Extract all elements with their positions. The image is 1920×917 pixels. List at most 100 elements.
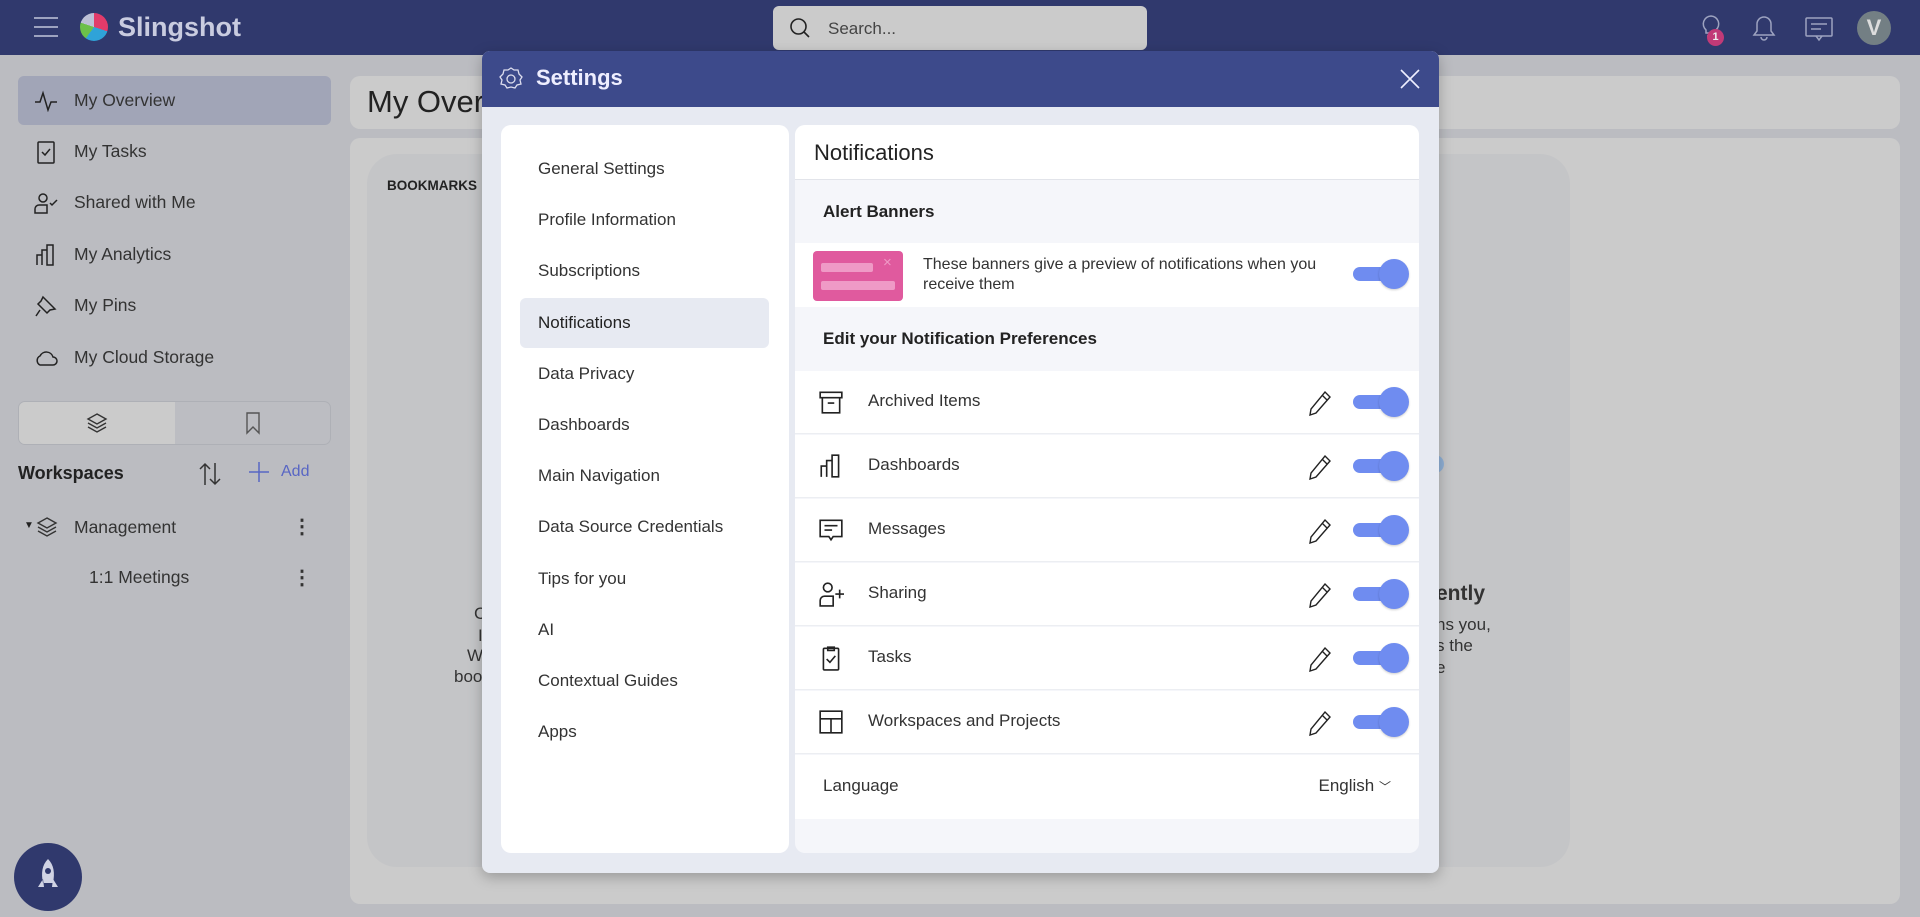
- pencil-icon[interactable]: [1308, 646, 1332, 672]
- bar-chart-icon: [36, 243, 54, 266]
- settings-nav-ai[interactable]: AI: [520, 605, 769, 655]
- add-workspace-button[interactable]: Add: [281, 463, 309, 481]
- background-text: W: [467, 646, 484, 665]
- alert-banner-toggle[interactable]: [1353, 259, 1409, 289]
- brand-name: Slingshot: [118, 12, 241, 42]
- pencil-icon[interactable]: [1308, 582, 1332, 608]
- pref-toggle[interactable]: [1353, 451, 1409, 481]
- pref-toggle[interactable]: [1353, 707, 1409, 737]
- sidebar-view-toggle: [18, 401, 331, 445]
- notifications-panel: Notifications Alert Banners × These bann…: [795, 125, 1419, 853]
- banner-preview-image: ×: [813, 251, 903, 301]
- workspaces-tab[interactable]: [19, 402, 175, 444]
- bell-icon[interactable]: [1751, 14, 1777, 42]
- sidebar-item-label: My Tasks: [74, 141, 147, 161]
- alert-banner-description: These banners give a preview of notifica…: [923, 256, 1317, 293]
- workspace-1-1-meetings[interactable]: 1:1 Meetings: [89, 567, 189, 588]
- pref-row-messages: Messages: [795, 499, 1419, 562]
- pref-toggle[interactable]: [1353, 643, 1409, 673]
- sidebar-item-label: My Pins: [74, 295, 137, 315]
- settings-nav-dashboards[interactable]: Dashboards: [520, 400, 769, 450]
- sidebar-item-label: My Analytics: [74, 244, 172, 264]
- pref-label: Messages: [868, 519, 946, 538]
- clipboard-check-icon: [37, 140, 55, 164]
- language-select[interactable]: English ﹀: [1318, 776, 1391, 796]
- settings-nav-subscriptions[interactable]: Subscriptions: [520, 246, 769, 296]
- search-placeholder: Search...: [828, 19, 897, 38]
- settings-nav-apps[interactable]: Apps: [520, 707, 769, 757]
- language-label: Language: [823, 776, 899, 795]
- messages-icon[interactable]: [1805, 16, 1833, 42]
- dialog-title: Settings: [536, 65, 623, 90]
- pref-label: Workspaces and Projects: [868, 711, 1061, 730]
- sidebar-item-my-analytics[interactable]: My Analytics: [18, 230, 331, 279]
- pencil-icon[interactable]: [1308, 710, 1332, 736]
- pref-label: Sharing: [868, 583, 927, 602]
- activity-icon: [35, 89, 57, 112]
- pref-row-dashboards: Dashboards: [795, 435, 1419, 498]
- alert-banner-row: × These banners give a preview of notifi…: [795, 243, 1419, 307]
- sidebar-item-my-tasks[interactable]: My Tasks: [18, 127, 331, 176]
- prefs-heading: Edit your Notification Preferences: [823, 329, 1097, 348]
- settings-nav-tips-for-you[interactable]: Tips for you: [520, 554, 769, 604]
- slingshot-logo: [80, 13, 108, 41]
- launcher-button[interactable]: [14, 843, 82, 911]
- search-icon: [790, 18, 810, 38]
- sort-icon[interactable]: [198, 461, 222, 487]
- pref-label: Dashboards: [868, 455, 960, 474]
- pin-icon: [35, 295, 57, 316]
- background-text: ns you,: [1436, 615, 1491, 634]
- close-icon[interactable]: [1400, 69, 1420, 89]
- workspace-management[interactable]: Management: [74, 517, 176, 538]
- pencil-icon[interactable]: [1308, 390, 1332, 416]
- caret-down-icon[interactable]: ▼: [24, 520, 34, 531]
- settings-nav-notifications[interactable]: Notifications: [520, 297, 769, 348]
- bookmark-icon: [246, 412, 260, 435]
- pref-row-tasks: Tasks: [795, 627, 1419, 690]
- pref-toggle[interactable]: [1353, 579, 1409, 609]
- more-options-icon[interactable]: ⋮: [292, 514, 312, 539]
- more-options-icon[interactable]: ⋮: [292, 565, 312, 590]
- pref-toggle[interactable]: [1353, 515, 1409, 545]
- dialog-header: Settings: [482, 51, 1439, 107]
- background-text: boo: [454, 667, 483, 686]
- sidebar-item-label: Shared with Me: [74, 192, 196, 212]
- sidebar-item-my-cloud-storage[interactable]: My Cloud Storage: [18, 333, 331, 382]
- pref-toggle[interactable]: [1353, 387, 1409, 417]
- workspaces-heading: Workspaces: [18, 463, 124, 483]
- language-row: Language English ﹀: [795, 755, 1419, 819]
- menu-icon[interactable]: [34, 17, 58, 37]
- pref-label: Tasks: [868, 647, 912, 666]
- search-input[interactable]: Search...: [773, 6, 1147, 50]
- settings-nav-data-source-credentials[interactable]: Data Source Credentials: [520, 502, 769, 552]
- pref-row-archived-items: Archived Items: [795, 371, 1419, 434]
- pencil-icon[interactable]: [1308, 518, 1332, 544]
- archive-icon: [819, 391, 843, 414]
- settings-nav-data-privacy[interactable]: Data Privacy: [520, 349, 769, 399]
- user-plus-icon: [819, 582, 844, 607]
- panel-title: Notifications: [795, 125, 1419, 180]
- avatar[interactable]: V: [1857, 11, 1891, 45]
- sidebar-item-my-overview[interactable]: My Overview: [18, 76, 331, 125]
- settings-nav-profile-information[interactable]: Profile Information: [520, 195, 769, 245]
- sidebar-item-shared-with-me[interactable]: Shared with Me: [18, 178, 331, 227]
- settings-nav-contextual-guides[interactable]: Contextual Guides: [520, 656, 769, 706]
- bookmarks-tab[interactable]: [175, 402, 331, 444]
- background-text: ently: [1436, 582, 1486, 605]
- layers-icon: [36, 517, 58, 537]
- settings-nav-general-settings[interactable]: General Settings: [520, 144, 769, 194]
- alert-banners-heading: Alert Banners: [823, 202, 935, 221]
- pref-row-workspaces-and-projects: Workspaces and Projects: [795, 691, 1419, 754]
- layout-icon: [819, 710, 843, 734]
- plus-icon[interactable]: [248, 461, 270, 483]
- pencil-icon[interactable]: [1308, 454, 1332, 480]
- tips-badge: 1: [1707, 29, 1724, 46]
- clipboard-check-icon: [822, 646, 840, 671]
- bookmarks-heading: BOOKMARKS: [387, 178, 477, 193]
- settings-nav-main-navigation[interactable]: Main Navigation: [520, 451, 769, 501]
- message-icon: [819, 519, 843, 542]
- chevron-down-icon: ﹀: [1378, 780, 1391, 794]
- pref-row-sharing: Sharing: [795, 563, 1419, 626]
- sidebar-item-my-pins[interactable]: My Pins: [18, 281, 331, 330]
- user-check-icon: [34, 192, 58, 214]
